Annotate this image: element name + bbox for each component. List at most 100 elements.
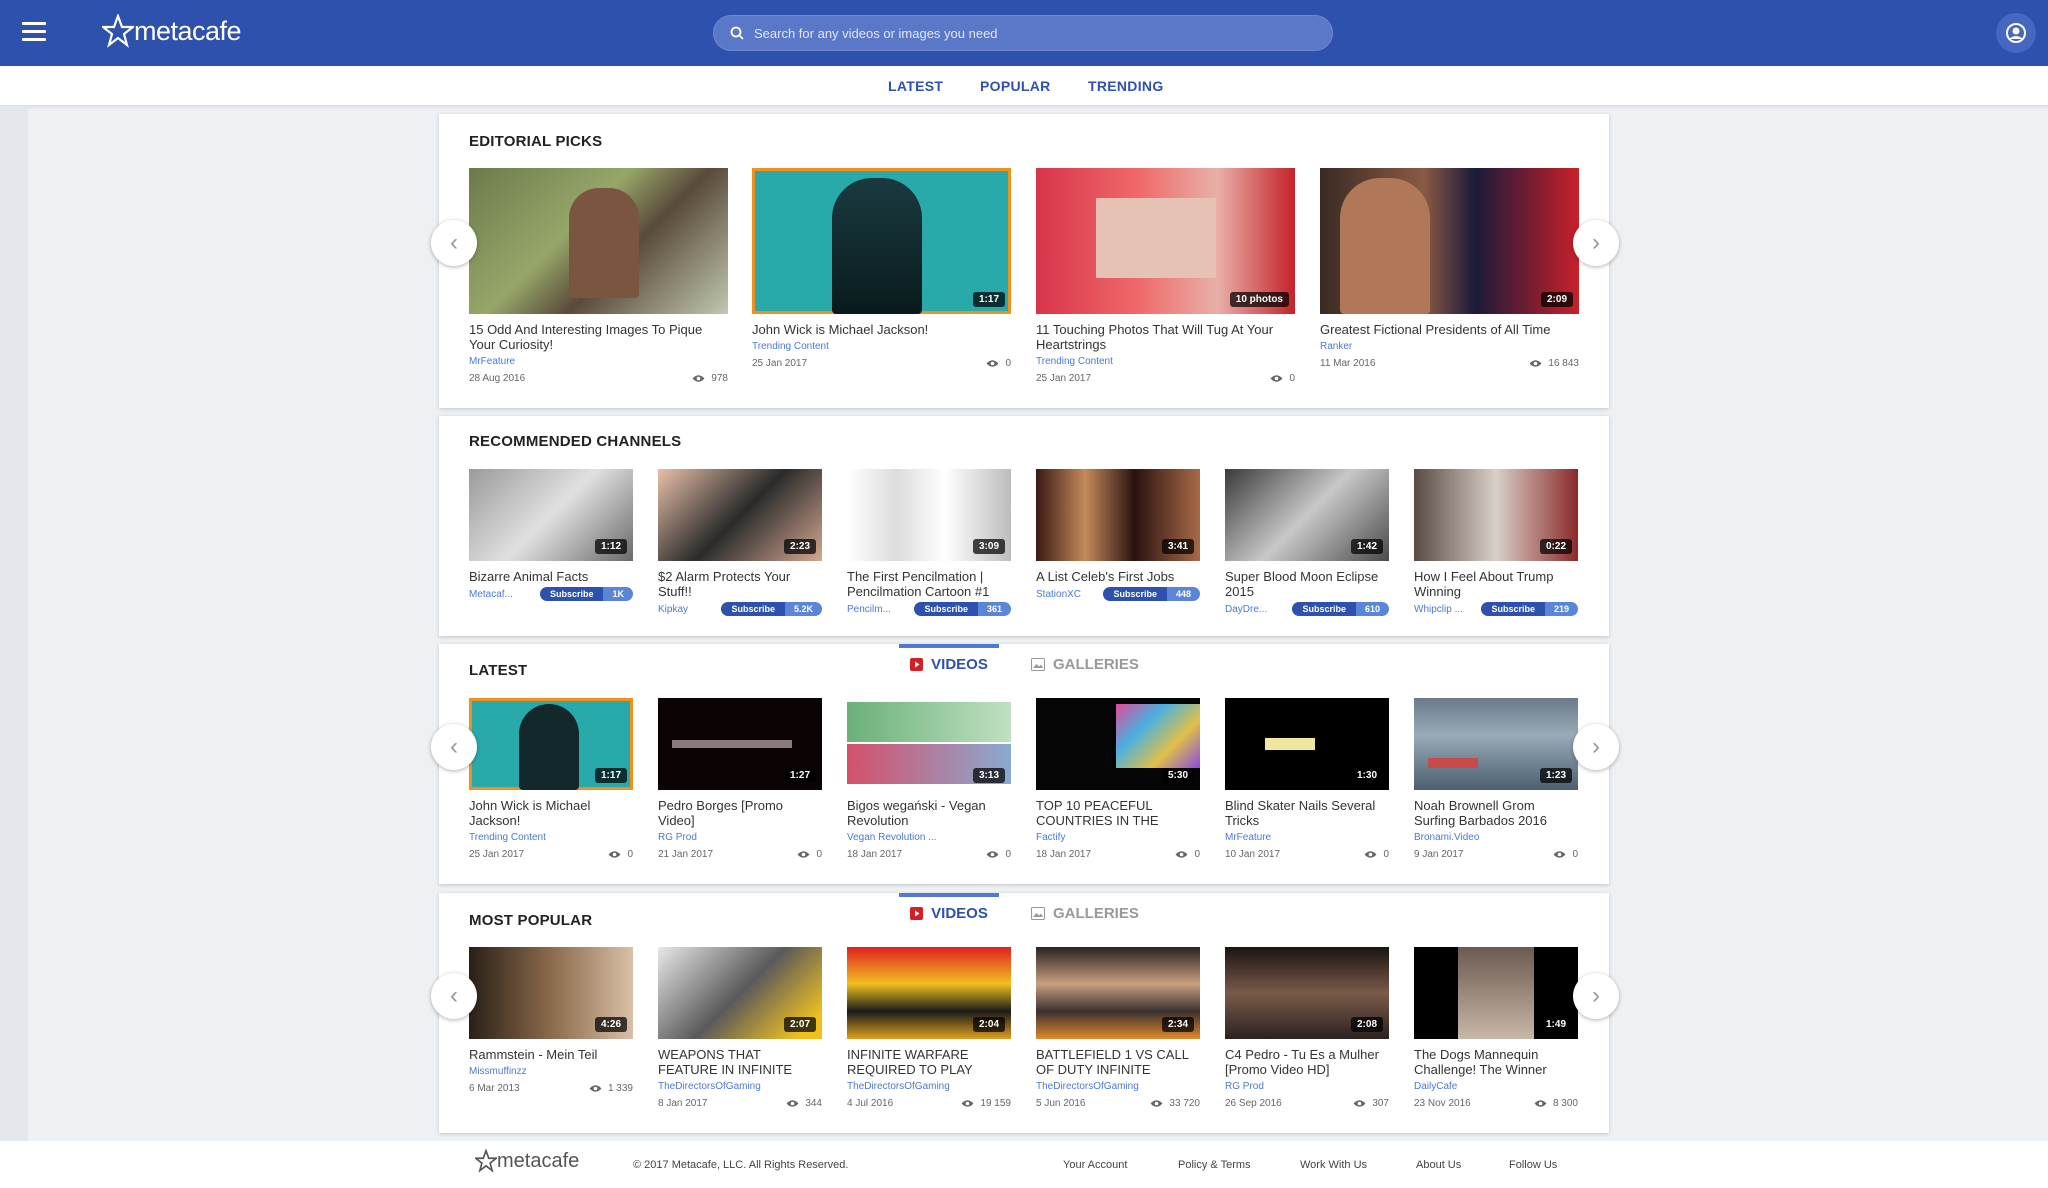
video-thumbnail[interactable]: 2:07 xyxy=(658,947,822,1039)
video-thumbnail[interactable]: 1:17 xyxy=(752,168,1011,314)
video-title[interactable]: 15 Odd And Interesting Images To Pique Y… xyxy=(469,322,728,352)
video-thumbnail[interactable] xyxy=(469,168,728,314)
channel-link[interactable]: Whipclip ... xyxy=(1414,604,1468,615)
video-card[interactable]: 3:13 Bigos wegański - Vegan Revolution V… xyxy=(847,698,1011,860)
video-thumbnail[interactable]: 2:08 xyxy=(1225,947,1389,1039)
video-title[interactable]: Blind Skater Nails Several Tricks xyxy=(1225,798,1389,828)
video-card[interactable]: 2:09 Greatest Fictional Presidents of Al… xyxy=(1320,168,1579,369)
tab-videos[interactable]: VIDEOS xyxy=(899,644,999,680)
menu-icon[interactable] xyxy=(22,22,46,42)
carousel-next-button[interactable]: › xyxy=(1573,220,1619,266)
channel-link[interactable]: RG Prod xyxy=(658,832,822,843)
video-card[interactable]: 2:04 INFINITE WARFARE REQUIRED TO PLAY T… xyxy=(847,947,1011,1109)
video-title[interactable]: Noah Brownell Grom Surfing Barbados 2016 xyxy=(1414,798,1578,828)
subscribe-button[interactable]: Subscribe 610 xyxy=(1292,602,1389,616)
video-card[interactable]: 1:30 Blind Skater Nails Several Tricks M… xyxy=(1225,698,1389,860)
channel-link[interactable]: Trending Content xyxy=(1036,356,1295,367)
video-title[interactable]: John Wick is Michael Jackson! xyxy=(752,322,1011,337)
channel-link[interactable]: DayDre... xyxy=(1225,604,1279,615)
video-card[interactable]: 4:26 Rammstein - Mein Teil Missmuffinzz … xyxy=(469,947,633,1094)
channel-card[interactable]: 0:22 How I Feel About Trump Winning Whip… xyxy=(1414,469,1578,616)
video-thumbnail[interactable]: 1:30 xyxy=(1225,698,1389,790)
video-title[interactable]: Greatest Fictional Presidents of All Tim… xyxy=(1320,322,1579,337)
video-card[interactable]: 5:30 TOP 10 PEACEFUL COUNTRIES IN THE Fa… xyxy=(1036,698,1200,860)
video-thumbnail[interactable]: 1:17 xyxy=(469,698,633,790)
video-title[interactable]: Bigos wegański - Vegan Revolution xyxy=(847,798,1011,828)
video-thumbnail[interactable]: 0:22 xyxy=(1414,469,1578,561)
carousel-next-button[interactable]: › xyxy=(1573,724,1619,770)
video-title[interactable]: INFINITE WARFARE REQUIRED TO PLAY xyxy=(847,1047,1011,1077)
channel-link[interactable]: RG Prod xyxy=(1225,1081,1389,1092)
channel-link[interactable]: TheDirectorsOfGaming xyxy=(658,1081,822,1092)
nav-tab-popular[interactable]: POPULAR xyxy=(980,78,1051,94)
carousel-next-button[interactable]: › xyxy=(1573,973,1619,1019)
video-title[interactable]: TOP 10 PEACEFUL COUNTRIES IN THE xyxy=(1036,798,1200,828)
metacafe-logo[interactable]: metacafe xyxy=(102,9,242,53)
video-title[interactable]: The Dogs Mannequin Challenge! The Winner xyxy=(1414,1047,1578,1077)
user-account-button[interactable] xyxy=(1996,13,2036,53)
video-thumbnail[interactable]: 1:27 xyxy=(658,698,822,790)
subscribe-button[interactable]: Subscribe 361 xyxy=(914,602,1011,616)
video-title[interactable]: The First Pencilmation | Pencilmation Ca… xyxy=(847,569,1011,599)
video-title[interactable]: C4 Pedro - Tu Es a Mulher [Promo Video H… xyxy=(1225,1047,1389,1077)
tab-galleries[interactable]: GALLERIES xyxy=(1031,893,1139,929)
video-title[interactable]: Pedro Borges [Promo Video] xyxy=(658,798,822,828)
video-card[interactable]: 2:08 C4 Pedro - Tu Es a Mulher [Promo Vi… xyxy=(1225,947,1389,1109)
video-title[interactable]: How I Feel About Trump Winning xyxy=(1414,569,1578,599)
channel-link[interactable]: Missmuffinzz xyxy=(469,1066,633,1077)
video-title[interactable]: Bizarre Animal Facts xyxy=(469,569,633,584)
video-thumbnail[interactable]: 1:12 xyxy=(469,469,633,561)
video-card[interactable]: 2:07 WEAPONS THAT FEATURE IN INFINITE Th… xyxy=(658,947,822,1109)
video-thumbnail[interactable]: 2:23 xyxy=(658,469,822,561)
channel-link[interactable]: MrFeature xyxy=(469,356,728,367)
channel-card[interactable]: 2:23 $2 Alarm Protects Your Stuff!! Kipk… xyxy=(658,469,822,616)
channel-link[interactable]: Vegan Revolution ... xyxy=(847,832,1011,843)
channel-link[interactable]: Trending Content xyxy=(752,341,1011,352)
video-card[interactable]: 1:17 John Wick is Michael Jackson! Trend… xyxy=(469,698,633,860)
footer-link-follow-us[interactable]: Follow Us xyxy=(1509,1159,1557,1171)
channel-link[interactable]: Factify xyxy=(1036,832,1200,843)
gallery-thumbnail[interactable]: 10 photos xyxy=(1036,168,1295,314)
video-title[interactable]: $2 Alarm Protects Your Stuff!! xyxy=(658,569,822,599)
video-title[interactable]: WEAPONS THAT FEATURE IN INFINITE xyxy=(658,1047,822,1077)
video-card[interactable]: 15 Odd And Interesting Images To Pique Y… xyxy=(469,168,728,384)
tab-videos[interactable]: VIDEOS xyxy=(899,893,999,929)
subscribe-button[interactable]: Subscribe 448 xyxy=(1103,587,1200,601)
video-thumbnail[interactable]: 1:42 xyxy=(1225,469,1389,561)
channel-link[interactable]: Bronami.Video xyxy=(1414,832,1578,843)
channel-link[interactable]: TheDirectorsOfGaming xyxy=(1036,1081,1200,1092)
video-thumbnail[interactable]: 2:09 xyxy=(1320,168,1579,314)
footer-logo[interactable]: metacafe xyxy=(475,1149,579,1173)
channel-card[interactable]: 3:09 The First Pencilmation | Pencilmati… xyxy=(847,469,1011,616)
channel-link[interactable]: DailyCafe xyxy=(1414,1081,1578,1092)
video-title[interactable]: Rammstein - Mein Teil xyxy=(469,1047,633,1062)
channel-card[interactable]: 1:12 Bizarre Animal Facts Metacaf... Subs… xyxy=(469,469,633,601)
subscribe-button[interactable]: Subscribe 5.2K xyxy=(721,602,822,616)
channel-link[interactable]: Trending Content xyxy=(469,832,633,843)
tab-galleries[interactable]: GALLERIES xyxy=(1031,644,1139,680)
nav-tab-latest[interactable]: LATEST xyxy=(888,78,943,94)
channel-link[interactable]: Pencilm... xyxy=(847,604,901,615)
nav-tab-trending[interactable]: TRENDING xyxy=(1088,78,1164,94)
channel-card[interactable]: 1:42 Super Blood Moon Eclipse 2015 DayDr… xyxy=(1225,469,1389,616)
video-title[interactable]: A List Celeb's First Jobs xyxy=(1036,569,1200,584)
video-thumbnail[interactable]: 3:41 xyxy=(1036,469,1200,561)
video-title[interactable]: BATTLEFIELD 1 VS CALL OF DUTY INFINITE xyxy=(1036,1047,1200,1077)
footer-link-about-us[interactable]: About Us xyxy=(1416,1159,1461,1171)
subscribe-button[interactable]: Subscribe 219 xyxy=(1481,602,1578,616)
channel-link[interactable]: Metacaf... xyxy=(469,589,523,600)
video-thumbnail[interactable]: 3:13 xyxy=(847,698,1011,790)
video-card[interactable]: 1:49 The Dogs Mannequin Challenge! The W… xyxy=(1414,947,1578,1109)
video-thumbnail[interactable]: 1:49 xyxy=(1414,947,1578,1039)
video-title[interactable]: Super Blood Moon Eclipse 2015 xyxy=(1225,569,1389,599)
video-card[interactable]: 1:23 Noah Brownell Grom Surfing Barbados… xyxy=(1414,698,1578,860)
carousel-prev-button[interactable]: ‹ xyxy=(431,973,477,1019)
channel-link[interactable]: StationXC xyxy=(1036,589,1090,600)
footer-link-policy-terms[interactable]: Policy & Terms xyxy=(1178,1159,1251,1171)
channel-card[interactable]: 3:41 A List Celeb's First Jobs StationXC… xyxy=(1036,469,1200,601)
video-title[interactable]: John Wick is Michael Jackson! xyxy=(469,798,633,828)
search-input[interactable] xyxy=(754,16,1314,50)
video-card[interactable]: 1:27 Pedro Borges [Promo Video] RG Prod … xyxy=(658,698,822,860)
video-thumbnail[interactable]: 2:34 xyxy=(1036,947,1200,1039)
video-thumbnail[interactable]: 2:04 xyxy=(847,947,1011,1039)
